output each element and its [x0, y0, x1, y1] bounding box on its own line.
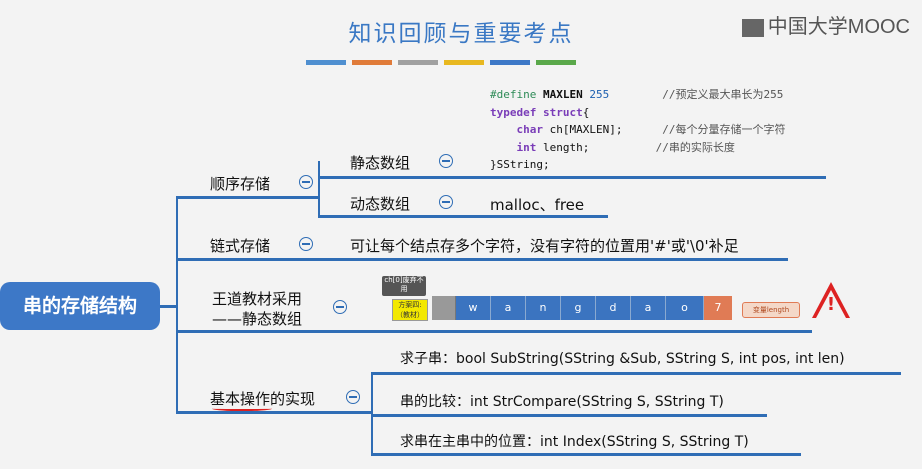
- mooc-logo: 中国大学MOOC: [741, 10, 910, 39]
- op-strcompare: 串的比较：int StrCompare(SString S, SString T…: [400, 394, 724, 410]
- array-cell: a: [491, 296, 526, 320]
- dynamic-desc: malloc、free: [490, 196, 585, 214]
- code-block: #define MAXLEN 255 //预定义最大串长为255 typedef…: [490, 88, 786, 171]
- collapse-icon[interactable]: [439, 195, 453, 209]
- connector: [176, 258, 788, 261]
- linked-desc: 可让每个结点存多个字符，没有字符的位置用'#'或'\0'补足: [350, 237, 739, 255]
- collapse-icon[interactable]: [346, 390, 360, 404]
- static-array-label: 静态数组: [350, 154, 411, 172]
- connector: [371, 414, 767, 417]
- array-cell: a: [631, 296, 666, 320]
- sub-trunk: [318, 161, 320, 217]
- title-stripe: [490, 60, 530, 65]
- warning-mark: !: [826, 294, 836, 315]
- connector: [176, 330, 362, 333]
- op-substring: 求子串：bool SubString(SString &Sub, SString…: [400, 351, 845, 367]
- wangdao-label-2: ——静态数组: [212, 310, 303, 328]
- red-underline: [212, 405, 272, 411]
- array-cell: o: [666, 296, 704, 320]
- collapse-icon[interactable]: [299, 237, 313, 251]
- note-ch0: ch[0]废弃不用: [382, 276, 426, 296]
- connector: [318, 176, 826, 179]
- title-stripe: [352, 60, 392, 65]
- title-stripe: [536, 60, 576, 65]
- trunk-line: [176, 198, 178, 412]
- root-node[interactable]: 串的存储结构: [0, 282, 160, 330]
- dynamic-array-label: 动态数组: [350, 195, 411, 213]
- array-cell: n: [526, 296, 561, 320]
- length-cell: 7: [704, 296, 732, 320]
- title-stripe: [444, 60, 484, 65]
- length-label: 变量length: [742, 302, 800, 318]
- connector: [176, 196, 318, 199]
- collapse-icon[interactable]: [333, 300, 347, 314]
- connector: [362, 330, 812, 333]
- branch-seq-label: 顺序存储: [210, 175, 271, 193]
- logo-icon: [741, 18, 764, 37]
- wangdao-label-1: 王道教材采用: [212, 290, 303, 308]
- connector: [371, 372, 901, 375]
- collapse-icon[interactable]: [439, 154, 453, 168]
- connector: [176, 411, 372, 414]
- title-stripe: [306, 60, 346, 65]
- op-index: 求串在主串中的位置：int Index(SString S, SString T…: [400, 434, 749, 450]
- collapse-icon[interactable]: [299, 175, 313, 189]
- title-stripe: [398, 60, 438, 65]
- array-cell: w: [456, 296, 491, 320]
- note-plan: 方案四:（教材）: [392, 299, 428, 321]
- array-cell-0: [432, 296, 456, 320]
- sub-trunk: [371, 372, 373, 454]
- connector: [371, 453, 801, 456]
- connector: [318, 215, 608, 218]
- array-cell: d: [596, 296, 631, 320]
- array-cell: g: [561, 296, 596, 320]
- branch-linked-label: 链式存储: [210, 237, 271, 255]
